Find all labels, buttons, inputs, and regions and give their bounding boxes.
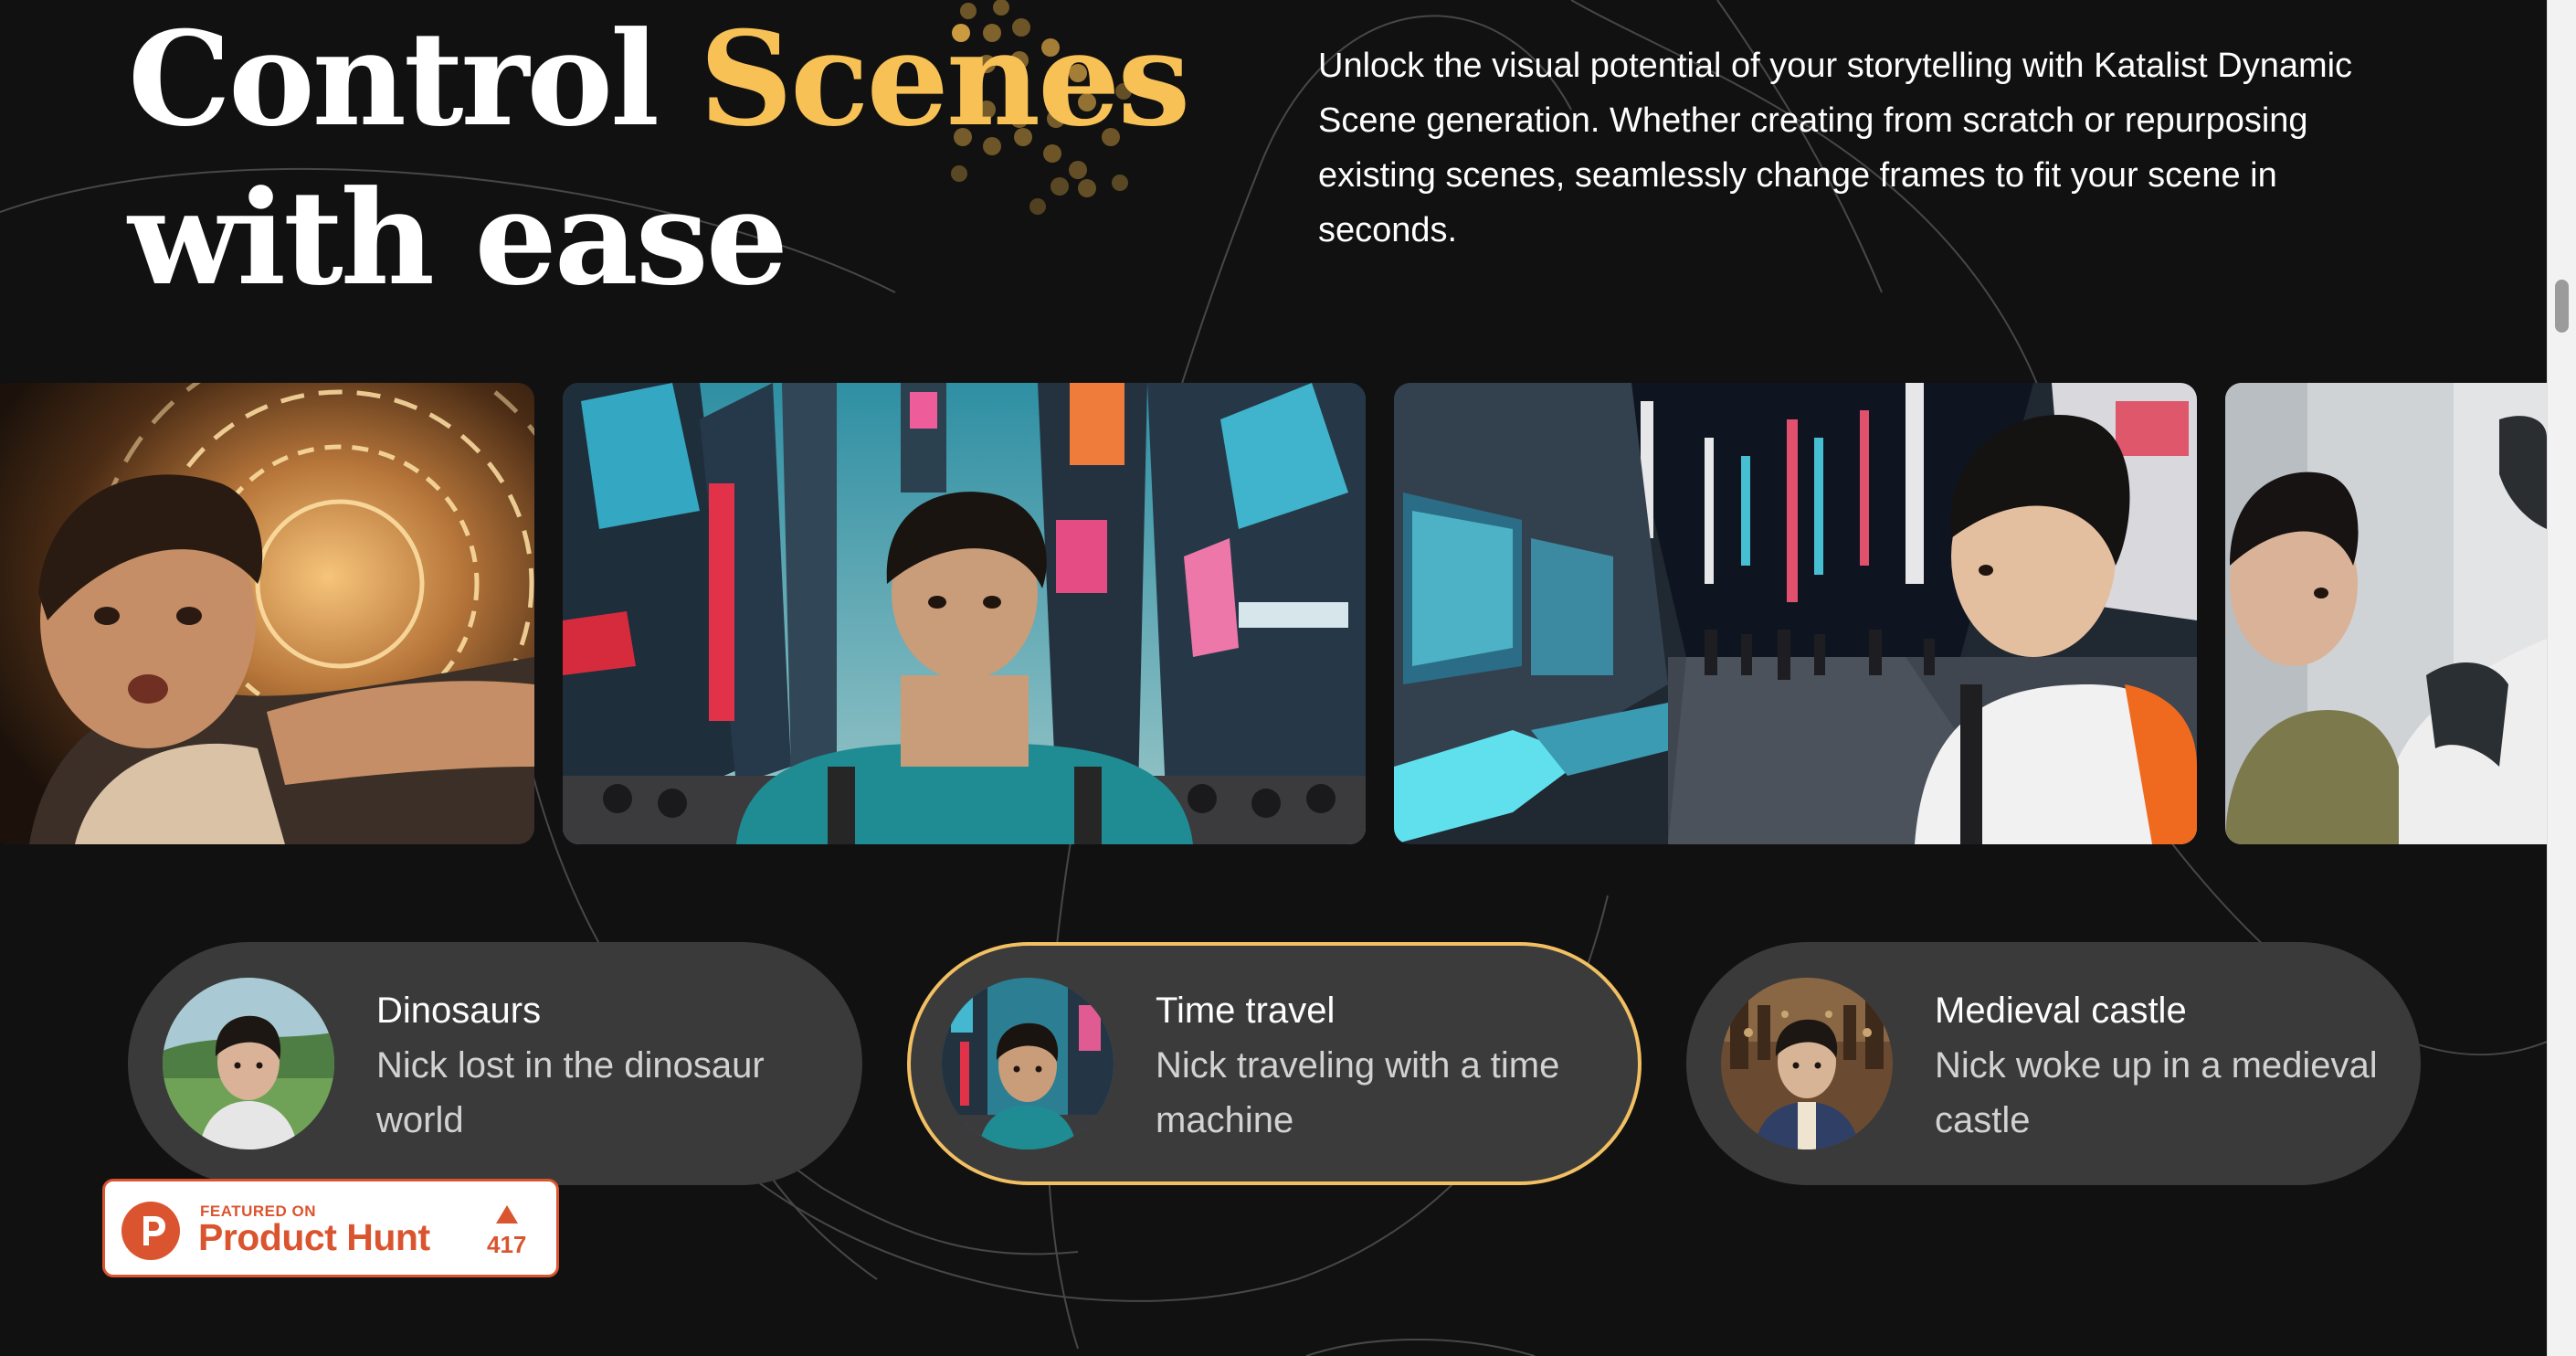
product-hunt-name: Product Hunt [198, 1216, 430, 1258]
scrollbar-thumb[interactable] [2555, 280, 2569, 333]
gallery-frame-2 [563, 383, 1366, 844]
headline-control: Control [128, 4, 700, 155]
product-hunt-badge[interactable]: FEATURED ON Product Hunt 417 [102, 1179, 559, 1277]
time-travel-scene-thumbnail [942, 978, 1114, 1149]
scene-card-time-travel[interactable]: Time travel Nick traveling with a time m… [907, 942, 1642, 1185]
scene-title: Medieval castle [1935, 991, 2187, 1031]
dinosaur-scene-thumbnail [163, 978, 334, 1149]
gallery-frame-3 [1394, 383, 2197, 844]
scene-title: Time travel [1156, 991, 1336, 1031]
scene-text: Dinosaurs Nick lost in the dinosaur worl… [376, 983, 833, 1148]
boy-in-city-street-image [563, 383, 1366, 844]
scene-text: Medieval castle Nick woke up in a mediev… [1935, 983, 2391, 1148]
headline-with-ease: with ease [128, 163, 788, 314]
scene-thumbnail [942, 978, 1114, 1149]
vertical-scrollbar[interactable] [2547, 0, 2576, 1356]
scene-description: Nick traveling with a time machine [1156, 1045, 1560, 1140]
boy-with-time-portal-image [0, 383, 534, 844]
boy-with-robot-image [2225, 383, 2547, 844]
scene-text: Time travel Nick traveling with a time m… [1156, 983, 1612, 1148]
hero-description: Unlock the visual potential of your stor… [1318, 47, 2353, 249]
scene-card-dinosaurs[interactable]: Dinosaurs Nick lost in the dinosaur worl… [128, 942, 862, 1185]
scene-description: Nick lost in the dinosaur world [376, 1045, 765, 1140]
product-hunt-upvote-count: 417 [487, 1231, 527, 1258]
gallery-frame-4 [2225, 383, 2547, 844]
headline-scenes-accent: Scenes [699, 4, 1190, 155]
scene-description: Nick woke up in a medieval castle [1935, 1045, 2378, 1140]
scene-thumbnail [163, 978, 334, 1149]
scene-thumbnail [1721, 978, 1893, 1149]
scene-title: Dinosaurs [376, 991, 542, 1031]
upvote-arrow-icon [496, 1205, 518, 1224]
scene-card-medieval-castle[interactable]: Medieval castle Nick woke up in a mediev… [1686, 942, 2421, 1185]
page: Control Scenes with ease Unlock the visua… [0, 0, 2547, 1356]
boy-beside-futuristic-screens-image [1394, 383, 2197, 844]
hero-headline: Control Scenes with ease [128, 0, 1190, 318]
medieval-castle-scene-thumbnail [1721, 978, 1893, 1149]
product-hunt-logo-icon [121, 1202, 180, 1260]
gallery-frame-1 [0, 383, 534, 844]
